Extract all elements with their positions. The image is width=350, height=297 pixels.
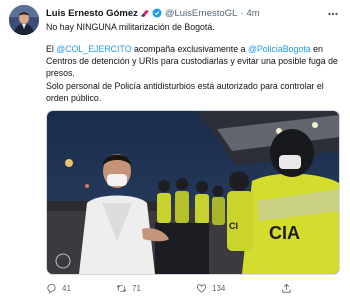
- share-button[interactable]: [281, 283, 297, 294]
- text-prefix: El: [46, 44, 57, 54]
- retweet-icon: [116, 284, 127, 292]
- reply-button[interactable]: 41: [46, 283, 116, 294]
- vest-label-2: CI: [229, 221, 238, 231]
- more-options-icon[interactable]: [328, 8, 338, 16]
- like-count: 134: [212, 283, 226, 293]
- vest-label: CIA: [269, 223, 300, 243]
- tweet[interactable]: Luis Ernesto Gómez @LuisErnestoGL · 4m N…: [0, 0, 350, 297]
- tweet-header: Luis Ernesto Gómez @LuisErnestoGL · 4m: [46, 5, 338, 21]
- avatar[interactable]: [9, 5, 39, 35]
- timestamp[interactable]: 4m: [247, 8, 260, 19]
- author-handle[interactable]: @LuisErnestoGL: [165, 8, 237, 19]
- reply-icon: [47, 283, 56, 293]
- separator-dot: ·: [240, 7, 244, 19]
- text-middle: acompaña exclusivamente a: [131, 44, 248, 54]
- mention-col-ejercito[interactable]: @COL_EJERCITO: [56, 44, 131, 54]
- tweet-text-paragraph3: Solo personal de Policía antidisturbios …: [46, 81, 324, 103]
- share-icon: [282, 283, 291, 293]
- police-scene-image: CIA CI: [47, 111, 339, 274]
- tweet-text-line1: No hay NINGUNA militarización de Bogotá.: [46, 22, 215, 32]
- colombia-flag-icon: [140, 9, 150, 17]
- heart-icon: [196, 283, 207, 293]
- verified-badge-icon: [152, 8, 162, 18]
- like-button[interactable]: 134: [196, 283, 281, 294]
- reply-count: 41: [62, 283, 71, 293]
- avatar-photo: [9, 5, 39, 35]
- retweet-button[interactable]: 71: [116, 283, 196, 294]
- tweet-photo[interactable]: CIA CI: [46, 110, 340, 275]
- tweet-actions: 41 71 134: [46, 281, 338, 295]
- mention-policia-bogota[interactable]: @PoliciaBogota: [248, 44, 311, 54]
- tweet-text-paragraph2: El @COL_EJERCITO acompaña exclusivamente…: [46, 43, 338, 79]
- retweet-count: 71: [132, 283, 141, 293]
- author-name[interactable]: Luis Ernesto Gómez: [46, 8, 138, 19]
